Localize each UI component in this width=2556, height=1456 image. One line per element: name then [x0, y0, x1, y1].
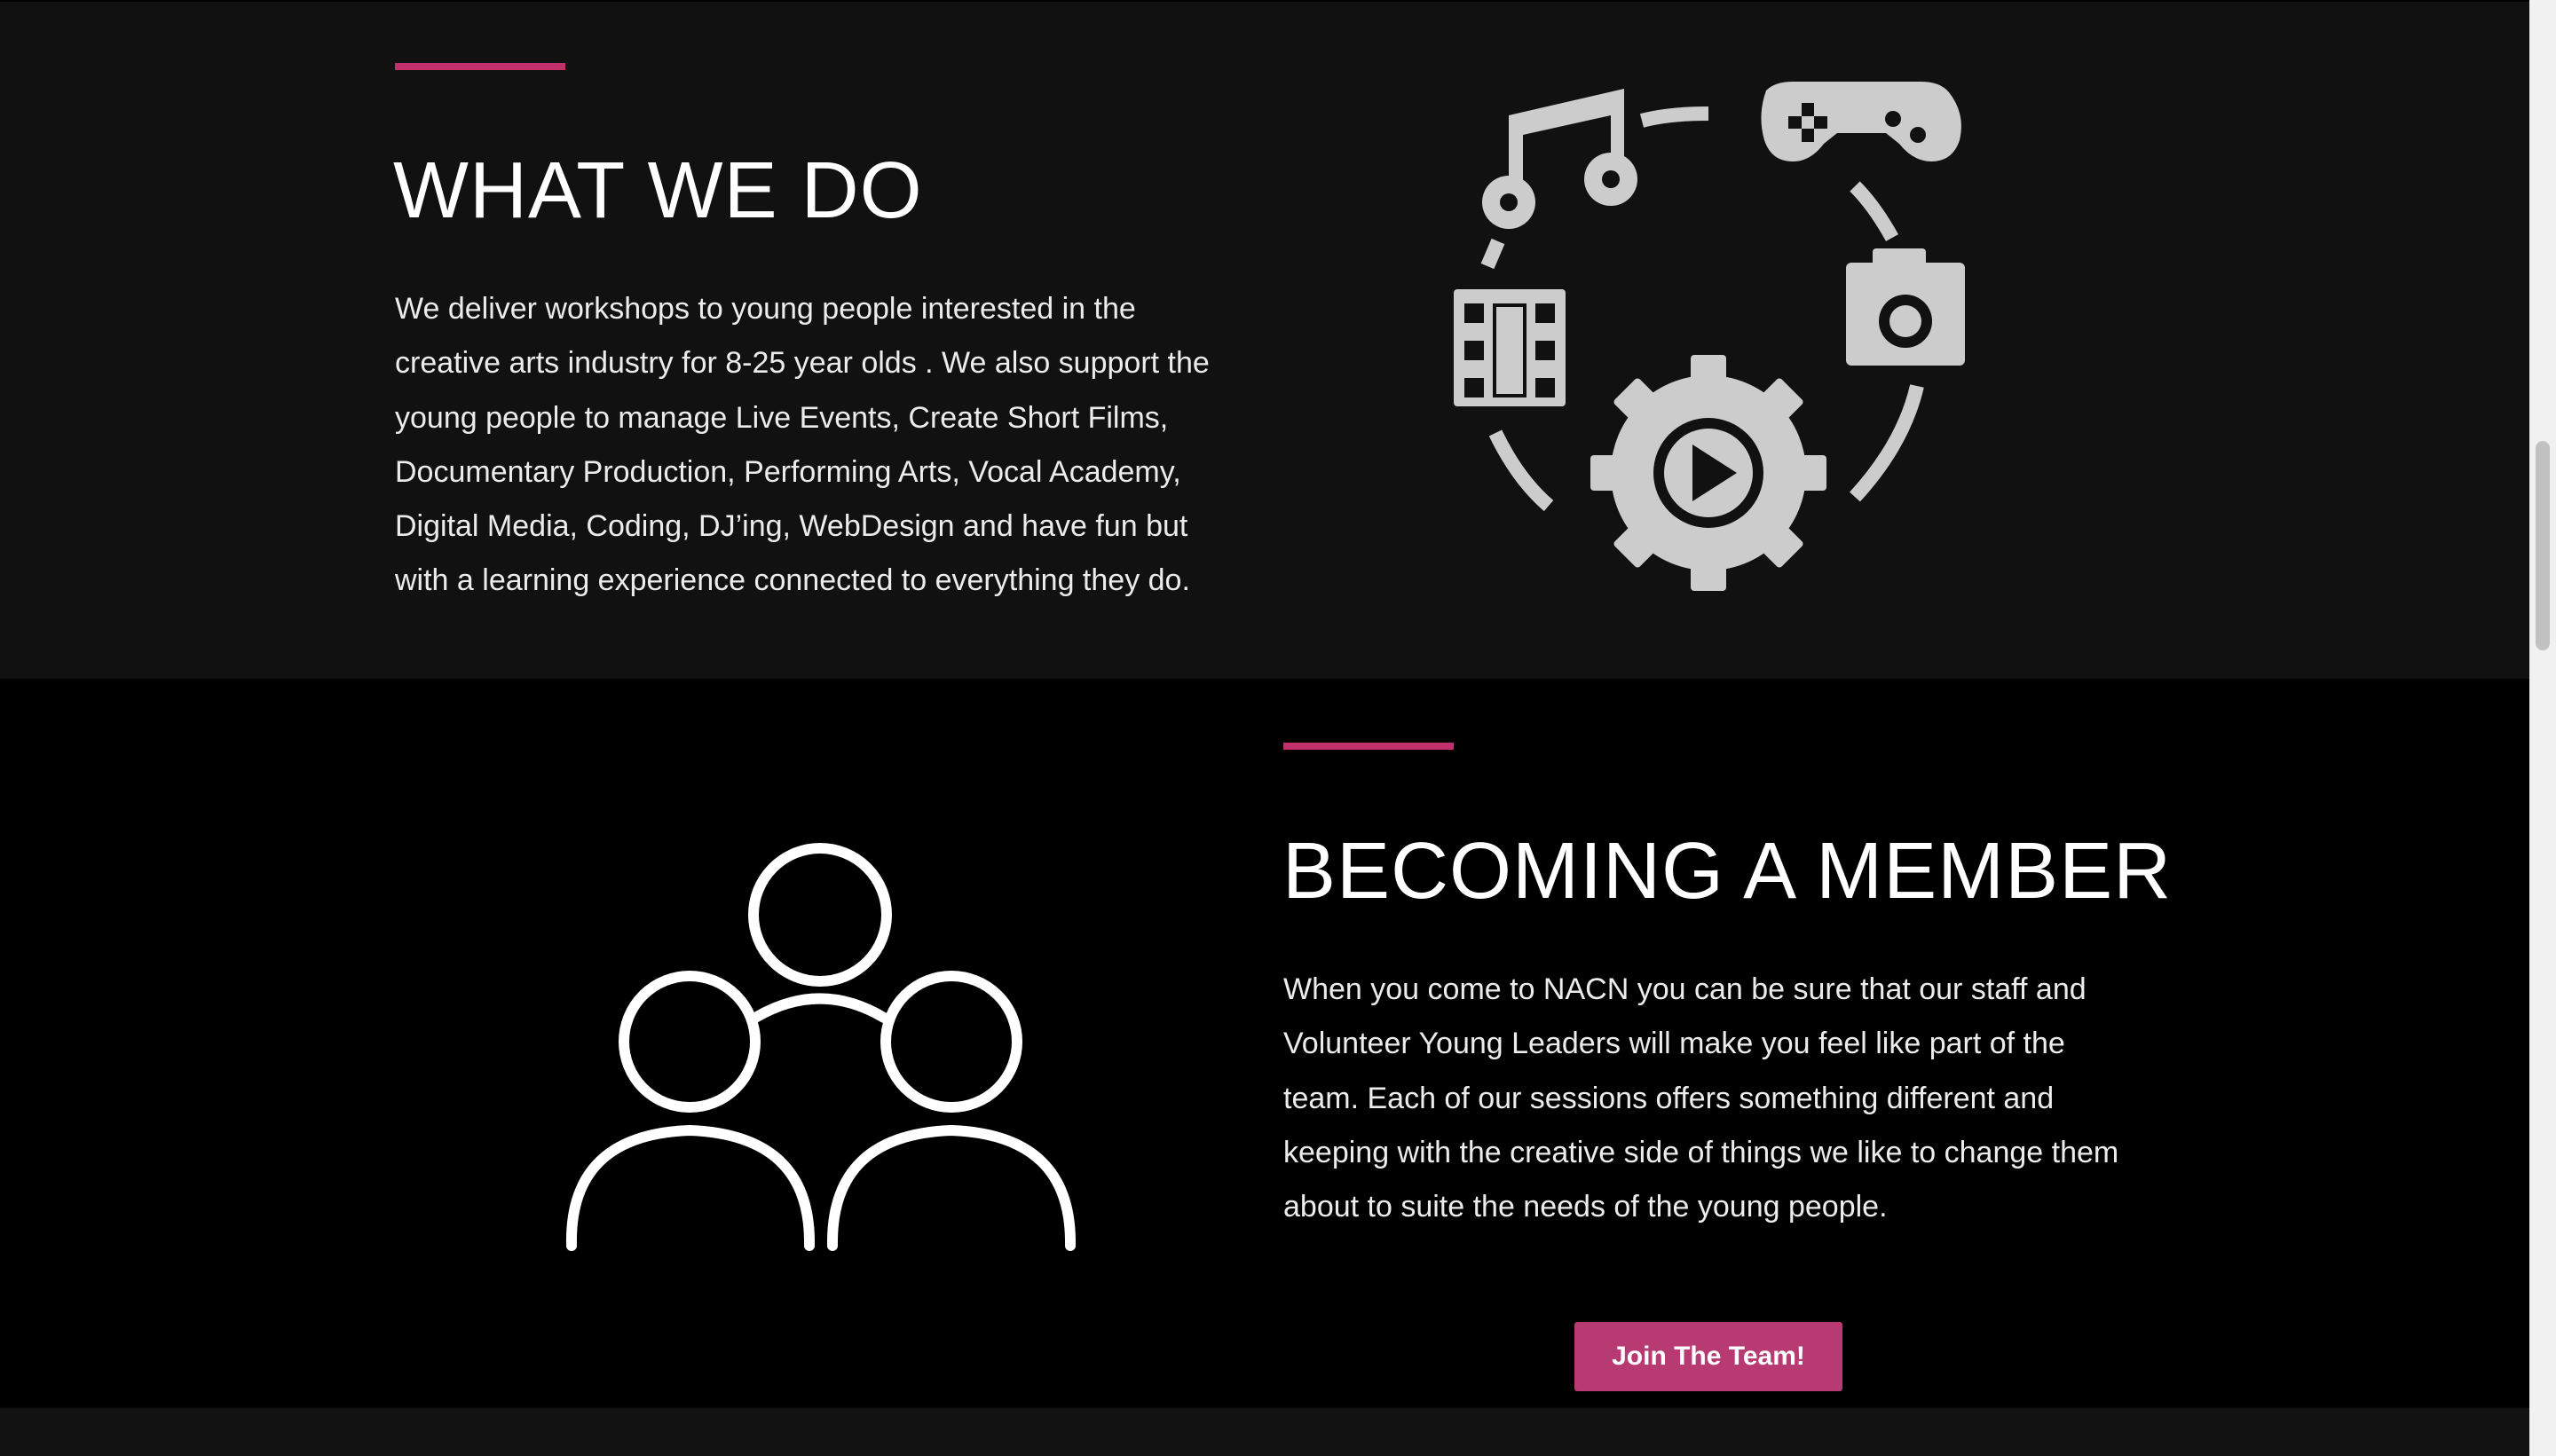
top-divider: [0, 0, 2529, 2]
what-we-do-heading: WHAT WE DO: [393, 146, 923, 235]
scrollbar-track[interactable]: [2529, 0, 2556, 1456]
gear-play-icon: [1590, 355, 1826, 591]
what-we-do-accent-bar: [395, 63, 565, 70]
member-text: When you come to NACN you can be sure th…: [1283, 972, 2119, 1224]
camera-icon: [1846, 248, 1965, 366]
what-we-do-section: WHAT WE DO We deliver workshops to young…: [0, 0, 2529, 679]
member-accent-bar: [1283, 743, 1454, 750]
film-strip-icon: [1454, 289, 1566, 406]
join-the-team-button[interactable]: Join The Team!: [1574, 1322, 1842, 1391]
becoming-a-member-section: BECOMING A MEMBER When you come to NACN …: [0, 679, 2529, 1408]
next-section-edge: [0, 1408, 2529, 1456]
page: WHAT WE DO We deliver workshops to young…: [0, 0, 2556, 1456]
group-of-people-icon: [565, 843, 1077, 1251]
member-heading: BECOMING A MEMBER: [1282, 827, 2173, 916]
gamepad-icon: [1761, 82, 1961, 161]
creative-cycle-illustration: [1454, 82, 1965, 591]
what-we-do-text: We deliver workshops to young people int…: [395, 292, 1210, 598]
music-note-icon: [1482, 89, 1637, 229]
scrollbar-thumb[interactable]: [2536, 441, 2550, 650]
